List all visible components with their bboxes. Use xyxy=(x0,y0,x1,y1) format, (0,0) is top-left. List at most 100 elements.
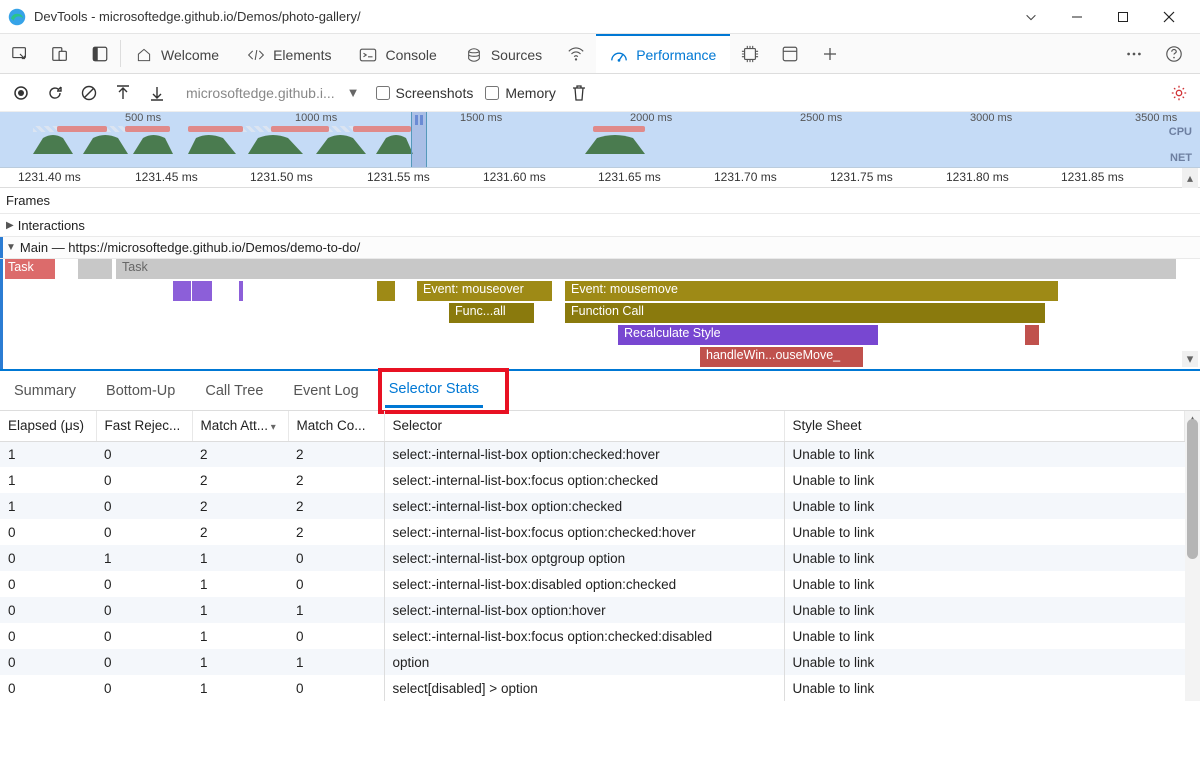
table-cell: 0 xyxy=(96,675,192,701)
flame-event-mousemove[interactable]: Event: mousemove xyxy=(565,281,1058,301)
activity-chunk xyxy=(585,126,660,154)
ruler-tick: 1231.40 ms xyxy=(18,170,81,184)
scroll-down-icon[interactable]: ▾ xyxy=(1182,351,1198,367)
scrollbar-thumb[interactable] xyxy=(1187,419,1198,559)
table-row[interactable]: 1022select:-internal-list-box option:che… xyxy=(0,493,1185,519)
flame-handle-mousemove[interactable]: handleWin...ouseMove_ xyxy=(700,347,863,367)
flame-red-slice[interactable] xyxy=(1025,325,1039,345)
main-flame-chart[interactable]: Task Task Event: mouseover Event: mousem… xyxy=(0,259,1200,369)
clear-button[interactable] xyxy=(78,82,100,104)
gauge-icon xyxy=(610,46,628,64)
table-cell: Unable to link xyxy=(784,675,1185,701)
inspect-icon[interactable] xyxy=(0,34,40,73)
screenshots-checkbox[interactable]: Screenshots xyxy=(376,85,474,101)
table-row[interactable]: 0110select:-internal-list-box optgroup o… xyxy=(0,545,1185,571)
col-fast-reject[interactable]: Fast Rejec... xyxy=(96,411,192,441)
maximize-button[interactable] xyxy=(1100,0,1146,34)
settings-gear-icon[interactable] xyxy=(1168,82,1190,104)
recording-url[interactable]: microsoftedge.github.i... xyxy=(186,85,335,101)
table-cell: 0 xyxy=(96,441,192,467)
help-icon[interactable] xyxy=(1154,45,1194,63)
recording-dropdown-icon[interactable]: ▼ xyxy=(347,85,360,100)
network-conditions-icon[interactable] xyxy=(556,34,596,73)
upload-button[interactable] xyxy=(112,82,134,104)
flame-event-mouseover[interactable]: Event: mouseover xyxy=(417,281,552,301)
table-row[interactable]: 0011select:-internal-list-box option:hov… xyxy=(0,597,1185,623)
flame-gray-slice[interactable] xyxy=(78,259,112,279)
table-cell: 1 xyxy=(192,649,288,675)
tab-performance-label: Performance xyxy=(636,47,716,63)
detail-tab-summary[interactable]: Summary xyxy=(10,375,80,407)
record-button[interactable] xyxy=(10,82,32,104)
chevron-down-icon[interactable] xyxy=(1008,10,1054,24)
vertical-scrollbar[interactable]: ▴ xyxy=(1185,411,1200,701)
tab-elements[interactable]: Elements xyxy=(233,34,345,73)
table-row[interactable]: 1022select:-internal-list-box option:che… xyxy=(0,441,1185,467)
table-row[interactable]: 0010select:-internal-list-box:disabled o… xyxy=(0,571,1185,597)
add-tab-icon[interactable] xyxy=(810,34,850,73)
overview-tick: 2000 ms xyxy=(630,112,672,124)
col-match-co[interactable]: Match Co... xyxy=(288,411,384,441)
reload-record-button[interactable] xyxy=(44,82,66,104)
interactions-track[interactable]: ▶Interactions xyxy=(0,214,1200,237)
table-cell: 2 xyxy=(288,441,384,467)
flame-chart-area[interactable]: Frames ▶Interactions ▼Main — https://mic… xyxy=(0,188,1200,371)
table-cell: select:-internal-list-box:focus option:c… xyxy=(384,519,784,545)
tab-welcome[interactable]: Welcome xyxy=(121,34,233,73)
tab-console[interactable]: Console xyxy=(345,34,450,73)
flame-recalc-style[interactable]: Recalculate Style xyxy=(618,325,878,345)
table-cell: 2 xyxy=(192,467,288,493)
overview-tick: 500 ms xyxy=(125,112,161,124)
col-selector[interactable]: Selector xyxy=(384,411,784,441)
dock-icon[interactable] xyxy=(80,34,120,73)
close-button[interactable] xyxy=(1146,0,1192,34)
timeline-overview[interactable]: 500 ms 1000 ms 1500 ms 2000 ms 2500 ms 3… xyxy=(0,112,1200,168)
table-cell: 0 xyxy=(288,545,384,571)
flame-purple-slice[interactable] xyxy=(173,281,191,301)
flame-func-short[interactable]: Func...all xyxy=(449,303,534,323)
table-cell: 0 xyxy=(96,467,192,493)
main-track-header[interactable]: ▼Main — https://microsoftedge.github.io/… xyxy=(0,237,1200,259)
minimize-button[interactable] xyxy=(1054,0,1100,34)
table-row[interactable]: 0010select:-internal-list-box:focus opti… xyxy=(0,623,1185,649)
window-titlebar: DevTools - microsoftedge.github.io/Demos… xyxy=(0,0,1200,34)
selector-stats-table: ▴ Elapsed (μs) Fast Rejec... Match Att..… xyxy=(0,411,1200,701)
flame-purple-slice[interactable] xyxy=(192,281,212,301)
device-toggle-icon[interactable] xyxy=(40,34,80,73)
flame-task[interactable]: Task xyxy=(5,259,55,279)
tab-welcome-label: Welcome xyxy=(161,47,219,63)
tab-sources-label: Sources xyxy=(491,47,542,63)
more-icon[interactable] xyxy=(1114,45,1154,63)
col-elapsed[interactable]: Elapsed (μs) xyxy=(0,411,96,441)
flame-purple-slice[interactable] xyxy=(239,281,243,301)
table-row[interactable]: 0011optionUnable to link xyxy=(0,649,1185,675)
table-row[interactable]: 0022select:-internal-list-box:focus opti… xyxy=(0,519,1185,545)
flame-function-call[interactable]: Function Call xyxy=(565,303,1045,323)
frames-track[interactable]: Frames xyxy=(0,188,1200,214)
table-row[interactable]: 1022select:-internal-list-box:focus opti… xyxy=(0,467,1185,493)
memory-checkbox[interactable]: Memory xyxy=(485,85,556,101)
application-icon[interactable] xyxy=(770,34,810,73)
table-cell: 0 xyxy=(0,623,96,649)
flame-task-long[interactable]: Task xyxy=(116,259,1176,279)
overview-scrubber[interactable] xyxy=(411,112,427,167)
col-style-sheet[interactable]: Style Sheet xyxy=(784,411,1185,441)
frames-label: Frames xyxy=(0,191,56,210)
table-cell: 2 xyxy=(192,441,288,467)
trash-button[interactable] xyxy=(568,82,590,104)
col-match-att[interactable]: Match Att... xyxy=(192,411,288,441)
flame-olive-slice[interactable] xyxy=(377,281,395,301)
table-row[interactable]: 0010select[disabled] > optionUnable to l… xyxy=(0,675,1185,701)
table-cell: 0 xyxy=(0,571,96,597)
detail-tab-event-log[interactable]: Event Log xyxy=(289,375,362,407)
table-cell: 0 xyxy=(288,675,384,701)
tab-performance[interactable]: Performance xyxy=(596,34,730,73)
memory-tool-icon[interactable] xyxy=(730,34,770,73)
scroll-up-icon[interactable]: ▴ xyxy=(1182,168,1198,188)
detail-tab-selector-stats[interactable]: Selector Stats xyxy=(385,373,483,408)
download-button[interactable] xyxy=(146,82,168,104)
detail-tab-bottom-up[interactable]: Bottom-Up xyxy=(102,375,179,407)
tab-sources[interactable]: Sources xyxy=(451,34,556,73)
activity-chunk xyxy=(33,126,173,154)
detail-tab-call-tree[interactable]: Call Tree xyxy=(201,375,267,407)
